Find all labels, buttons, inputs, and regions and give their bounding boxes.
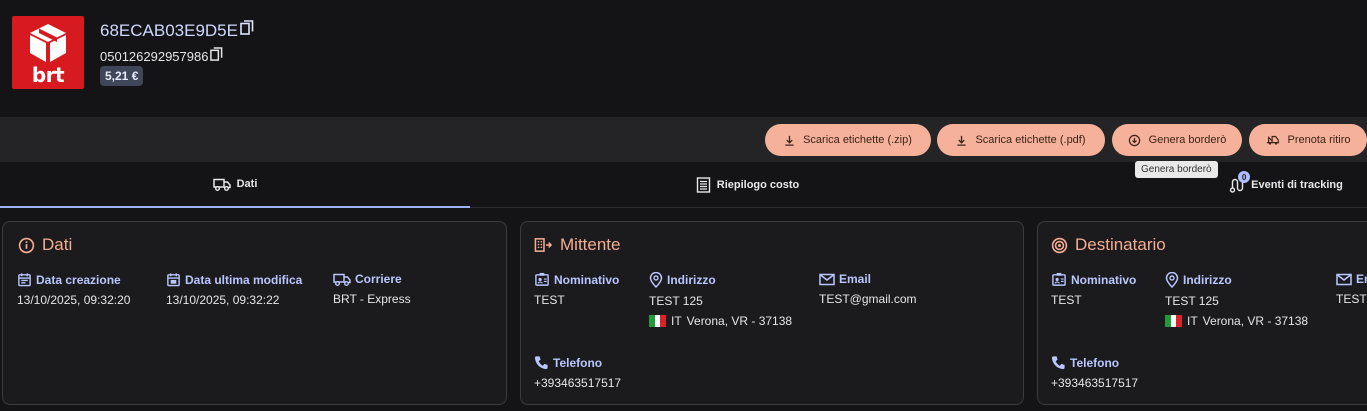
download-icon (957, 135, 967, 146)
destinatario-email-field: Email TEST@gmail.com (1336, 272, 1367, 306)
phone-icon (1051, 356, 1065, 370)
tab-eventi-tracking-label: Eventi di tracking (1251, 179, 1343, 191)
destinatario-nominativo-label: Nominativo (1071, 272, 1137, 287)
generate-bordero-button[interactable]: Genera borderò (1112, 124, 1242, 156)
download-labels-pdf-label: Scarica etichette (.pdf) (975, 134, 1086, 146)
download-icon (785, 135, 794, 146)
destinatario-telefono-field: Telefono +393463517517 (1051, 355, 1139, 391)
location-pin-icon (649, 272, 663, 288)
corriere-field: Corriere BRT - Express (333, 272, 411, 306)
brt-logo: brt (12, 16, 84, 89)
copy-icon[interactable] (240, 20, 254, 41)
mittente-nominativo-label: Nominativo (554, 272, 620, 287)
destinatario-email-value: TEST@gmail.com (1336, 292, 1367, 306)
location-pin-icon (1165, 272, 1179, 288)
mittente-indirizzo-line2: IT Verona, VR - 37138 (649, 314, 792, 328)
pickup-truck-icon (1266, 135, 1279, 145)
mittente-telefono-value: +393463517517 (534, 376, 622, 390)
mittente-indirizzo-label: Indirizzo (667, 273, 716, 287)
generate-bordero-label: Genera borderò (1148, 134, 1227, 146)
book-pickup-label: Prenota ritiro (1287, 134, 1351, 146)
data-ultima-modifica-label: Data ultima modifica (185, 272, 303, 287)
brt-logo-text: brt (31, 63, 65, 87)
mittente-nominativo-field: Nominativo TEST (534, 272, 620, 308)
destinatario-card: Destinatario Nominativo TEST Indirizzo T… (1037, 221, 1367, 405)
email-icon (1336, 273, 1352, 285)
destinatario-telefono-value: +393463517517 (1051, 376, 1139, 390)
dati-card-title: Dati (18, 235, 72, 255)
destinatario-indirizzo-field: Indirizzo TEST 125 IT Verona, VR - 37138 (1165, 272, 1308, 328)
price-badge: 5,21 € (100, 66, 144, 86)
data-creazione-value: 13/10/2025, 09:32:20 (17, 293, 131, 307)
copy-icon[interactable] (210, 47, 223, 65)
destinatario-email-label: Email (1356, 272, 1367, 286)
calendar-edit-icon (167, 273, 180, 287)
mittente-indirizzo-line1: TEST 125 (649, 294, 703, 308)
mittente-indirizzo-field: Indirizzo TEST 125 IT Verona, VR - 37138 (649, 272, 792, 328)
building-arrow-icon (534, 238, 553, 252)
mittente-nominativo-value: TEST (534, 293, 565, 307)
download-labels-zip-button[interactable]: Scarica etichette (.zip) (765, 124, 931, 156)
destinatario-nominativo-field: Nominativo TEST (1051, 272, 1137, 308)
id-card-icon (535, 272, 549, 286)
destinatario-indirizzo-label: Indirizzo (1183, 273, 1232, 287)
corriere-value: BRT - Express (333, 292, 411, 306)
destinatario-indirizzo-line1: TEST 125 (1165, 294, 1219, 308)
destinatario-nominativo-value: TEST (1051, 293, 1082, 307)
tab-riepilogo-costo[interactable]: Riepilogo costo (470, 162, 1025, 208)
tooltip: Genera borderò (1135, 161, 1218, 178)
id-card-icon (1052, 272, 1066, 286)
truck-icon (333, 273, 351, 286)
tab-eventi-tracking[interactable]: 0 Eventi di tracking (1205, 162, 1367, 208)
tracking-count-badge: 0 (1238, 171, 1251, 183)
tracking-icon-wrap: 0 (1229, 171, 1251, 193)
tab-dati[interactable]: Dati (0, 162, 470, 208)
phone-icon (534, 356, 548, 370)
download-labels-pdf-button[interactable]: Scarica etichette (.pdf) (937, 124, 1105, 156)
data-ultima-modifica-value: 13/10/2025, 09:32:22 (166, 293, 280, 307)
dati-title-text: Dati (42, 235, 73, 254)
book-pickup-button[interactable]: Prenota ritiro (1249, 124, 1367, 156)
mittente-email-label: Email (839, 272, 872, 286)
download-circle-icon (1128, 134, 1140, 146)
shipment-id-text: 68ECAB03E9D5E (100, 20, 238, 40)
truck-icon (212, 178, 231, 191)
data-creazione-field: Data creazione 13/10/2025, 09:32:20 (17, 272, 131, 308)
destinatario-indirizzo-line2: IT Verona, VR - 37138 (1165, 314, 1308, 328)
dati-card: Dati Data creazione 13/10/2025, 09:32:20… (2, 221, 507, 405)
data-creazione-label: Data creazione (36, 272, 121, 287)
mittente-telefono-label: Telefono (553, 355, 603, 370)
mittente-card-title: Mittente (534, 235, 620, 255)
target-icon (1051, 237, 1068, 253)
download-labels-zip-label: Scarica etichette (.zip) (803, 134, 912, 146)
brt-box-icon (30, 24, 66, 62)
destinatario-telefono-label: Telefono (1070, 355, 1120, 370)
email-icon (819, 273, 835, 285)
mittente-email-field: Email TEST@gmail.com (819, 272, 917, 306)
destinatario-city: Verona, VR - 37138 (1202, 314, 1309, 328)
destinatario-country: IT (1187, 314, 1198, 328)
calendar-icon (18, 273, 31, 287)
mittente-email-value: TEST@gmail.com (819, 292, 917, 306)
action-toolbar: Scarica etichette (.zip) Scarica etichet… (0, 117, 1367, 162)
corriere-label: Corriere (355, 272, 402, 286)
info-icon (18, 237, 35, 253)
tracking-number: 050126292957986 (100, 47, 223, 65)
destinatario-title-text: Destinatario (1075, 235, 1166, 254)
tab-riepilogo-costo-label: Riepilogo costo (716, 179, 800, 191)
data-ultima-modifica-field: Data ultima modifica 13/10/2025, 09:32:2… (166, 272, 303, 308)
tracking-number-text: 050126292957986 (100, 48, 209, 64)
mittente-country: IT (671, 314, 682, 328)
mittente-city: Verona, VR - 37138 (686, 314, 793, 328)
mittente-title-text: Mittente (560, 235, 621, 254)
italy-flag-icon (1165, 315, 1183, 327)
shipment-header: brt 68ECAB03E9D5E 050126292957986 5,21 € (0, 0, 1367, 117)
tab-dati-label: Dati (236, 178, 258, 190)
italy-flag-icon (649, 315, 667, 327)
destinatario-card-title: Destinatario (1051, 235, 1166, 255)
receipt-icon (696, 177, 710, 193)
mittente-card: Mittente Nominativo TEST Indirizzo TEST … (520, 221, 1024, 405)
mittente-telefono-field: Telefono +393463517517 (534, 355, 622, 391)
shipment-id: 68ECAB03E9D5E (100, 20, 254, 41)
